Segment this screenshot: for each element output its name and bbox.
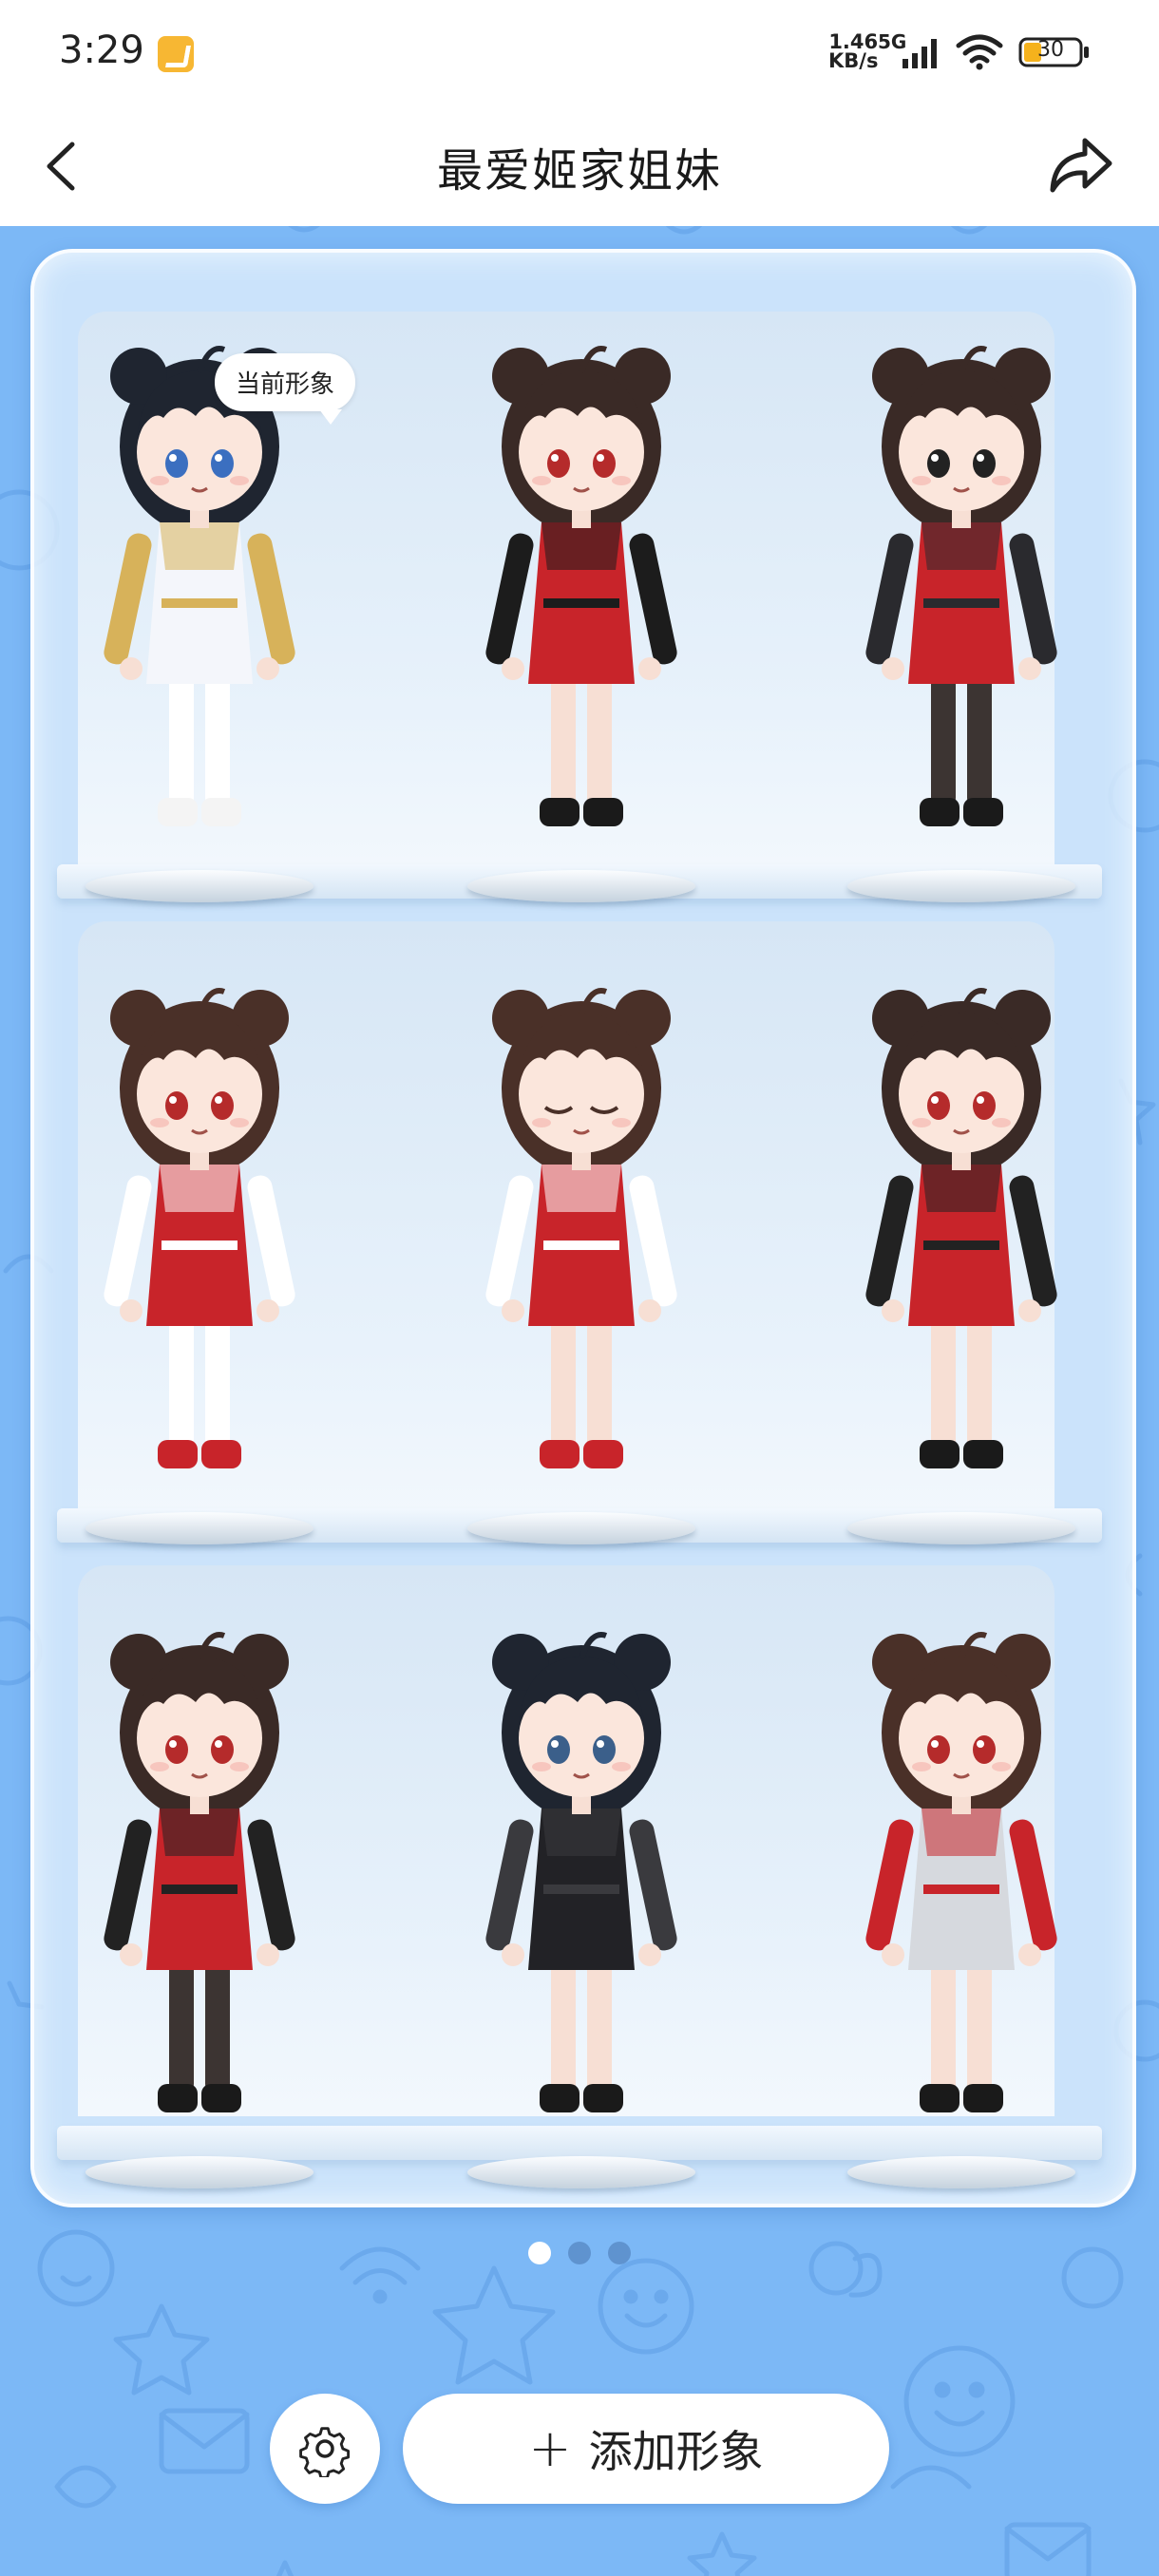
avatar-slot-maid-outfit-eyes-closed-avatar[interactable] bbox=[439, 927, 724, 1544]
display-pedestal bbox=[467, 2156, 695, 2188]
red-jacket-tights-avatar bbox=[104, 1632, 295, 2112]
page-dot-1[interactable] bbox=[528, 2242, 551, 2264]
notification-app-icon bbox=[158, 36, 194, 72]
page-dot-3[interactable] bbox=[608, 2242, 631, 2264]
avatar-slot-sunglasses-coat-avatar[interactable] bbox=[819, 285, 1104, 902]
battery-icon: 30 bbox=[1018, 36, 1091, 68]
display-pedestal bbox=[847, 2156, 1075, 2188]
battery-level: 30 bbox=[1037, 38, 1064, 62]
maid-outfit-avatar bbox=[104, 988, 295, 1468]
status-bar: 3:29 1.46 KB/s 5G 30 bbox=[0, 0, 1159, 104]
display-pedestal bbox=[847, 1512, 1075, 1544]
add-avatar-label: 添加形象 bbox=[588, 2426, 764, 2477]
black-outfit-avatar bbox=[485, 1632, 677, 2112]
display-pedestal bbox=[86, 1512, 314, 1544]
avatar-slot-white-jacket-avatar[interactable] bbox=[819, 1571, 1104, 2188]
display-pedestal bbox=[467, 1512, 695, 1544]
display-pedestal bbox=[86, 870, 314, 902]
gear-icon bbox=[299, 2427, 351, 2477]
red-qipao-avatar bbox=[485, 346, 677, 826]
page-indicator bbox=[528, 2242, 633, 2266]
status-time: 3:29 bbox=[59, 28, 144, 72]
white-jacket-avatar bbox=[865, 1632, 1057, 2112]
avatar-slot-red-jacket-avatar[interactable] bbox=[819, 927, 1104, 1544]
network-speed-value: 1.46 bbox=[828, 30, 879, 53]
add-avatar-button[interactable]: + 添加形象 bbox=[403, 2394, 889, 2504]
red-jacket-avatar bbox=[865, 988, 1057, 1468]
signal-strength-icon bbox=[902, 39, 937, 68]
maid-outfit-eyes-closed-avatar bbox=[485, 988, 677, 1468]
display-pedestal bbox=[86, 2156, 314, 2188]
share-icon[interactable] bbox=[1045, 131, 1115, 199]
sunglasses-coat-avatar bbox=[865, 346, 1057, 826]
display-pedestal bbox=[467, 870, 695, 902]
current-avatar-badge: 当前形象 bbox=[215, 353, 356, 425]
top-navigation-bar: 最爱姬家姐妹 bbox=[0, 104, 1159, 226]
network-speed: 1.46 KB/s bbox=[828, 30, 879, 72]
page-title: 最爱姬家姐妹 bbox=[436, 144, 722, 198]
settings-button[interactable] bbox=[270, 2394, 380, 2504]
page-dot-2[interactable] bbox=[568, 2242, 591, 2264]
wifi-icon bbox=[956, 34, 1003, 70]
display-pedestal bbox=[847, 870, 1075, 902]
plus-icon: + bbox=[528, 2418, 572, 2478]
avatar-slot-red-qipao-avatar[interactable] bbox=[439, 285, 724, 902]
avatar-slot-black-outfit-avatar[interactable] bbox=[439, 1571, 724, 2188]
avatar-slot-red-jacket-tights-avatar[interactable] bbox=[57, 1571, 342, 2188]
network-speed-unit: KB/s bbox=[828, 49, 879, 72]
avatar-slot-maid-outfit-avatar[interactable] bbox=[57, 927, 342, 1544]
